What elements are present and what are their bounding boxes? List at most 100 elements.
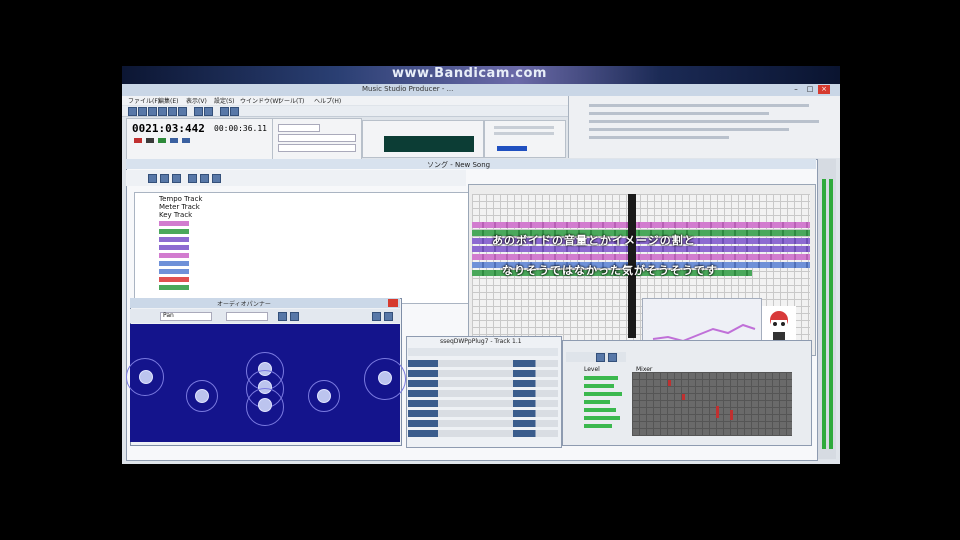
master-vu-meter — [818, 159, 836, 459]
track-color-swatch — [159, 221, 189, 226]
clip-row[interactable] — [472, 254, 810, 260]
menu-tools[interactable]: ツール(T) — [278, 96, 304, 105]
instrument-param-row[interactable] — [408, 380, 558, 387]
eraser-tool-icon[interactable] — [172, 174, 181, 183]
record-icon[interactable] — [220, 107, 229, 116]
instrument-param-row[interactable] — [408, 390, 558, 397]
panner-toolbar: Pan — [130, 309, 400, 323]
record-button[interactable] — [134, 138, 142, 143]
tempo-track-label[interactable]: Tempo Track — [159, 195, 202, 203]
channel-level[interactable] — [584, 400, 610, 404]
stop-button[interactable] — [146, 138, 154, 143]
instrument-toolbar — [408, 348, 558, 356]
mixer-toolbar — [566, 352, 626, 362]
overview-line — [589, 112, 769, 115]
overview-line — [589, 120, 819, 123]
panner-field[interactable] — [126, 324, 406, 442]
menu-view[interactable]: 表示(V) — [186, 96, 207, 105]
buffer-meter — [497, 146, 527, 151]
menu-window[interactable]: ウインドウ(W) — [240, 96, 281, 105]
copy-icon[interactable] — [168, 107, 177, 116]
maximize-button[interactable]: □ — [804, 85, 816, 94]
track-color-swatch — [159, 229, 189, 234]
close-button[interactable]: × — [818, 85, 830, 94]
channel-level[interactable] — [584, 376, 618, 380]
tempo-field[interactable] — [278, 124, 320, 132]
redo-icon[interactable] — [204, 107, 213, 116]
marker-tool-icon[interactable] — [212, 174, 221, 183]
channel-level[interactable] — [584, 424, 612, 428]
menu-file[interactable]: ファイル(F) — [128, 96, 160, 105]
instrument-param-row[interactable] — [408, 370, 558, 377]
instrument-param-row[interactable] — [408, 360, 558, 367]
channel-level[interactable] — [584, 408, 616, 412]
banner-watermark-text: www.Bandicam.com — [392, 66, 547, 81]
pointer-tool-icon[interactable] — [148, 174, 157, 183]
mixer-level-header: Level — [584, 366, 600, 373]
instrument-param-row[interactable] — [408, 400, 558, 407]
character-sticker — [762, 306, 796, 344]
instrument-param-row[interactable] — [408, 420, 558, 427]
undo-icon[interactable] — [194, 107, 203, 116]
rewind-button[interactable] — [170, 138, 178, 143]
key-track-label[interactable]: Key Track — [159, 211, 192, 219]
panner-target-select[interactable] — [226, 312, 268, 321]
paste-icon[interactable] — [178, 107, 187, 116]
zoom-tool-icon[interactable] — [200, 174, 209, 183]
vu-bar-right — [829, 179, 833, 449]
app-title: Music Studio Producer - ... — [362, 85, 454, 93]
meter-track-label[interactable]: Meter Track — [159, 203, 200, 211]
instrument-param-row[interactable] — [408, 430, 558, 437]
instrument-window-title: sseqDWPpPlug7 - Track 1.1 — [440, 338, 522, 345]
pan-source-dot[interactable] — [378, 371, 392, 385]
overview-line — [589, 128, 789, 131]
channel-level[interactable] — [584, 416, 620, 420]
meter-field[interactable] — [278, 134, 356, 142]
track-color-swatch — [159, 269, 189, 274]
channel-level[interactable] — [584, 392, 622, 396]
play-button[interactable] — [158, 138, 166, 143]
minimize-button[interactable]: – — [790, 85, 802, 94]
pan-source-dot[interactable] — [258, 398, 272, 412]
menu-bar: ファイル(F) 編集(E) 表示(V) 設定(S) ウインドウ(W) ツール(T… — [122, 96, 568, 105]
step-marker — [716, 406, 719, 418]
menu-settings[interactable]: 設定(S) — [214, 96, 235, 105]
clip-row[interactable] — [472, 222, 810, 228]
mixer-step-grid[interactable] — [632, 372, 792, 436]
open-icon[interactable] — [138, 107, 147, 116]
forward-button[interactable] — [182, 138, 190, 143]
menu-help[interactable]: ヘルプ(H) — [314, 96, 341, 105]
character-icon — [770, 311, 788, 340]
metronome-icon[interactable] — [230, 107, 239, 116]
mixer-add-icon[interactable] — [596, 353, 605, 362]
pan-source-dot[interactable] — [139, 370, 153, 384]
cpu-meter — [494, 126, 554, 129]
vu-bar-left — [822, 179, 826, 449]
channel-level[interactable] — [584, 384, 614, 388]
panner-save-icon[interactable] — [372, 312, 381, 321]
spectrum-display — [384, 136, 474, 152]
snap-tool-icon[interactable] — [188, 174, 197, 183]
pencil-tool-icon[interactable] — [160, 174, 169, 183]
new-icon[interactable] — [128, 107, 137, 116]
panner-close-icon[interactable] — [388, 299, 398, 307]
step-marker — [668, 380, 671, 386]
panner-expand-icon[interactable] — [384, 312, 393, 321]
overview-line — [589, 104, 809, 107]
subtitle-line-1: あのボイドの音量とかイメージの割と — [492, 234, 696, 247]
key-field[interactable] — [278, 144, 356, 152]
panner-fit-icon[interactable] — [290, 312, 299, 321]
instrument-param-row[interactable] — [408, 410, 558, 417]
mixer-copy-icon[interactable] — [608, 353, 617, 362]
menu-edit[interactable]: 編集(E) — [158, 96, 178, 105]
panner-add-icon[interactable] — [278, 312, 287, 321]
track-color-swatch — [159, 237, 189, 242]
panner-mode-label: Pan — [163, 312, 174, 319]
cut-icon[interactable] — [158, 107, 167, 116]
pan-source-dot[interactable] — [317, 389, 331, 403]
step-marker — [730, 410, 733, 420]
subtitle-line-2: なりそうではなかった気がそうそうです — [502, 264, 718, 277]
pan-source-dot[interactable] — [195, 389, 209, 403]
main-toolbar — [122, 106, 568, 117]
save-icon[interactable] — [148, 107, 157, 116]
